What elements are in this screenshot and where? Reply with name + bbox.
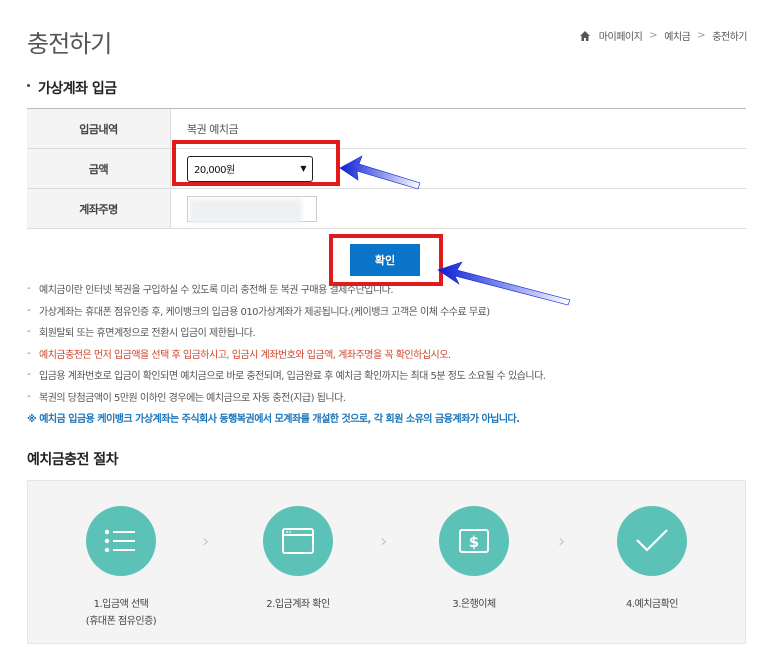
step-3: $ 3.은행이체 bbox=[404, 506, 544, 613]
account-holder-input[interactable] bbox=[187, 195, 317, 223]
list-item: - 복권의 당첨금액이 5만원 이하인 경우에는 예치금으로 자동 충전(지급) … bbox=[27, 390, 346, 404]
chevron-right-icon: › bbox=[558, 531, 566, 552]
breadcrumb-item-deposit[interactable]: 예치금 bbox=[664, 28, 691, 43]
chevron-right-icon: › bbox=[202, 531, 210, 552]
breadcrumb-item-mypage[interactable]: 마이페이지 bbox=[599, 28, 643, 43]
list-item: - 가상계좌는 휴대폰 점유인증 후, 케이뱅크의 입금용 010가상계좌가 제공… bbox=[27, 304, 490, 318]
list-item: - 입금용 계좌번호로 입금이 확인되면 예치금으로 바로 충전되며, 입금완료 … bbox=[27, 369, 546, 383]
step-1: 1.입금액 선택 (휴대폰 점유인증) bbox=[51, 506, 191, 630]
section-title: 가상계좌 입금 bbox=[27, 78, 117, 98]
check-icon bbox=[617, 506, 687, 576]
redacted-value bbox=[190, 198, 302, 223]
chevron-right-icon: › bbox=[380, 531, 388, 552]
window-icon bbox=[263, 506, 333, 576]
list-icon bbox=[86, 506, 156, 576]
notes-list: - 예치금이란 인터넷 복권을 구입하실 수 있도록 미리 충전해 둔 복권 구매… bbox=[27, 278, 767, 429]
notice-text: ※ 예치금 입금용 케이뱅크 가상계좌는 주식회사 동행복권에서 모계좌를 개설… bbox=[27, 414, 520, 426]
form-label-account-holder: 계좌주명 bbox=[27, 189, 171, 228]
section-title-text: 가상계좌 입금 bbox=[38, 81, 117, 97]
form-row-account-holder: 계좌주명 bbox=[27, 189, 746, 229]
svg-text:$: $ bbox=[469, 533, 479, 551]
home-icon[interactable] bbox=[579, 30, 591, 42]
list-item: - 회원탈퇴 또는 휴면계정으로 전환시 입금이 제한됩니다. bbox=[27, 326, 256, 340]
step-label: 1.입금액 선택 (휴대폰 점유인증) bbox=[85, 599, 157, 627]
deposit-form-table: 입금내역 복권 예치금 금액 20,000원 ▼ 계좌주명 bbox=[27, 108, 746, 229]
chevron-right-icon: > bbox=[697, 30, 706, 41]
breadcrumb: 마이페이지 > 예치금 > 충전하기 bbox=[579, 28, 747, 43]
form-row-item: 입금내역 복권 예치금 bbox=[27, 109, 746, 149]
process-steps: 1.입금액 선택 (휴대폰 점유인증) › 2.입금계좌 확인 › $ 3.은행이… bbox=[27, 480, 746, 644]
step-label: 3.은행이체 bbox=[452, 599, 496, 610]
list-item-warning: - 예치금충전은 먼저 입금액을 선택 후 입금하시고, 입금시 계좌번호와 입금… bbox=[27, 347, 451, 361]
bullet-icon bbox=[27, 83, 30, 87]
step-label: 2.입금계좌 확인 bbox=[266, 599, 330, 610]
process-title: 예치금충전 절차 bbox=[27, 452, 119, 468]
list-item: - 예치금이란 인터넷 복권을 구입하실 수 있도록 미리 충전해 둔 복권 구매… bbox=[27, 283, 394, 297]
form-label-amount: 금액 bbox=[27, 149, 171, 188]
dollar-icon: $ bbox=[439, 506, 509, 576]
step-4: 4.예치금확인 bbox=[582, 506, 722, 613]
highlight-box-amount bbox=[172, 140, 340, 186]
form-label-item: 입금내역 bbox=[27, 109, 171, 148]
page-title: 충전하기 bbox=[27, 30, 112, 58]
form-row-amount: 금액 20,000원 ▼ bbox=[27, 149, 746, 189]
breadcrumb-item-charge: 충전하기 bbox=[712, 32, 747, 43]
chevron-right-icon: > bbox=[649, 30, 658, 41]
step-label: 4.예치금확인 bbox=[625, 599, 679, 610]
step-2: 2.입금계좌 확인 bbox=[228, 506, 368, 613]
